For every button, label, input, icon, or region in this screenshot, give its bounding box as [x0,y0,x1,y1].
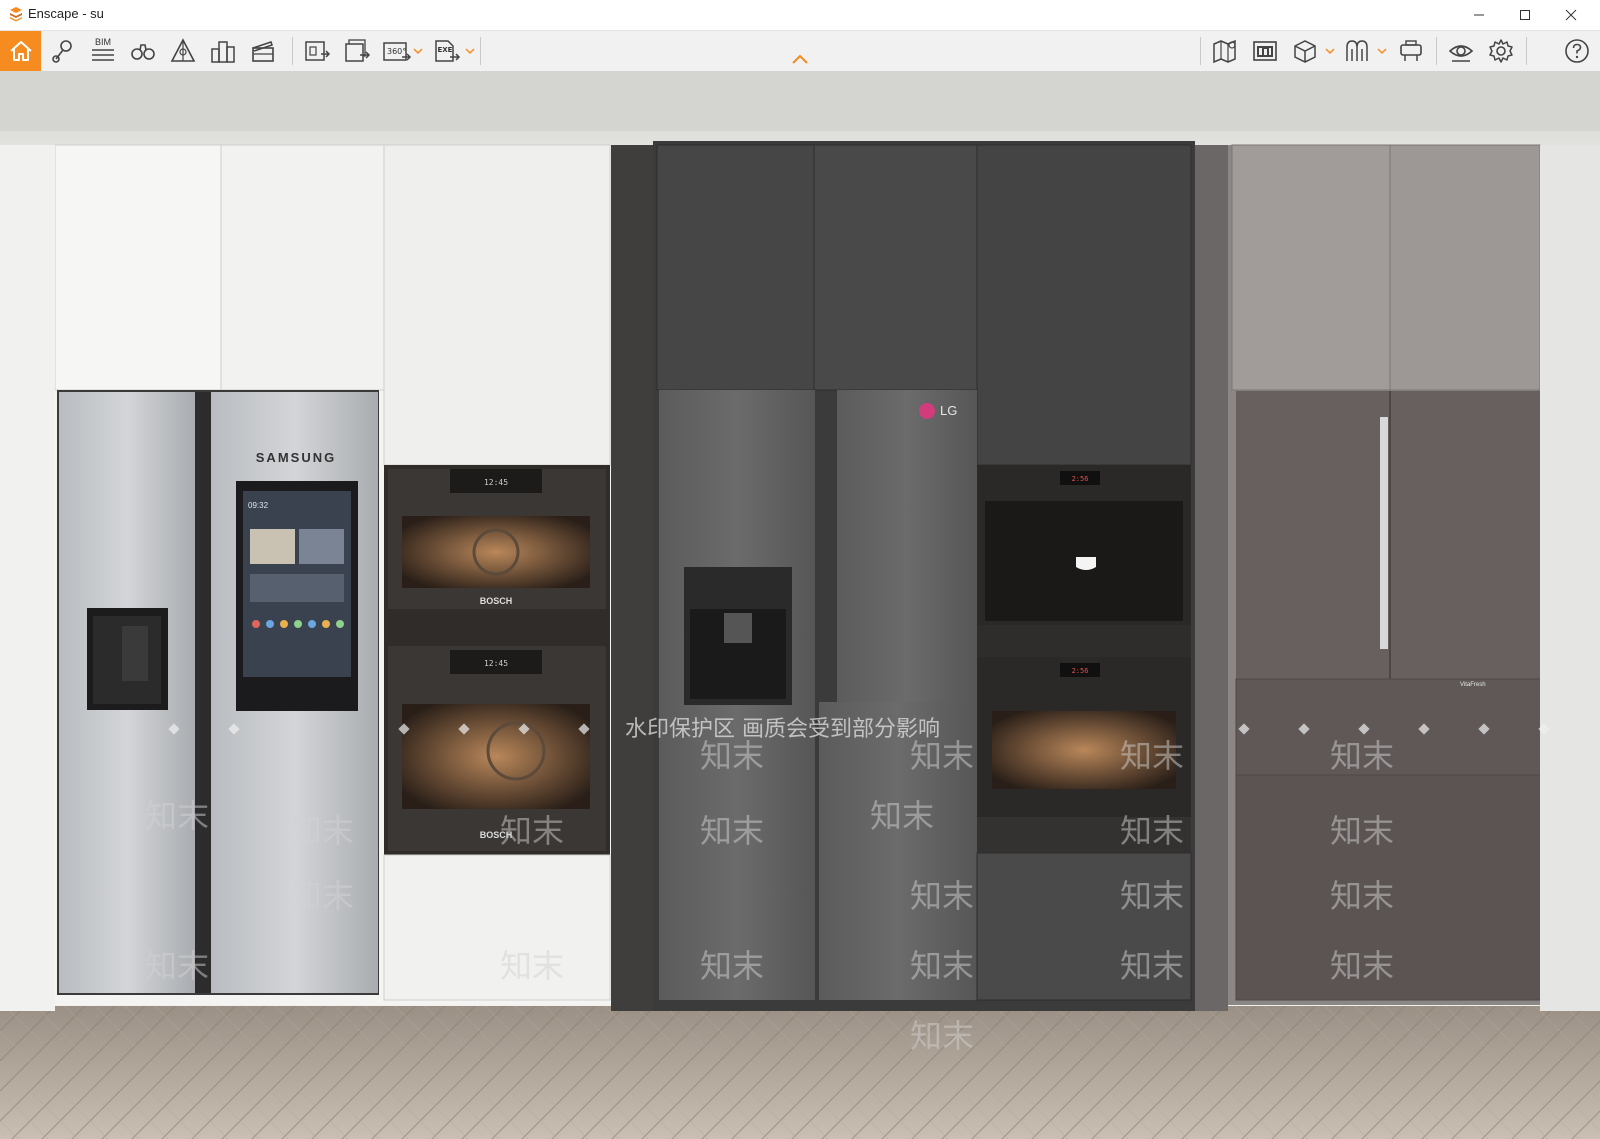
enscape-logo-icon [10,7,22,22]
watermark-logo: 知末 [1120,877,1185,915]
watermark-logo: 知末 [290,812,355,850]
watermark-logo: 知末 [700,947,765,985]
eye-icon [1448,45,1474,62]
samsung-logo: SAMSUNG [256,450,336,465]
bim-label: BIM [94,37,111,47]
watermark-logo: 知末 [910,1017,975,1055]
watermark-logo: 知末 [290,877,355,915]
material-button[interactable] [1338,31,1376,71]
oven-display-bottom: 12:45 [484,659,508,668]
help-icon [1565,39,1589,63]
lg-logo: LG [940,403,957,418]
watermark-logo: 知末 [1330,947,1395,985]
chevron-down-icon[interactable] [465,43,475,59]
panorama-360-button[interactable]: 360° [378,31,416,71]
watermark-logo: 知末 [1120,947,1185,985]
vitafresh-label: VitaFresh [1460,682,1486,688]
chevron-down-icon[interactable] [1325,43,1335,59]
chevron-down-icon[interactable] [413,43,423,59]
settings-button[interactable] [1482,31,1520,71]
buildings-button[interactable] [204,31,242,71]
watermark-logo: 知末 [910,947,975,985]
collapse-toolbar-icon[interactable] [790,53,810,65]
fridge-screen-time: 09:32 [248,501,269,510]
watermark-logo: 知末 [700,737,765,775]
title-bar: Enscape - su [0,0,1600,31]
help-button[interactable] [1558,31,1596,71]
watermark-logo: 知末 [145,797,210,835]
asset-library-icon [1253,41,1277,61]
binoculars-button[interactable] [124,31,162,71]
location-pin-button[interactable] [44,31,82,71]
watermark-logo: 知末 [910,877,975,915]
toolbar-separator [1200,37,1201,65]
svg-text:360°: 360° [387,47,406,56]
enscape-window: Enscape - su BIM 360° EXE SAMSUNG 09:32 … [0,0,1600,1139]
video-editor-button[interactable] [244,31,282,71]
location-pin-icon [52,40,72,63]
view-settings-button[interactable] [1442,31,1480,71]
clapperboard-icon [252,41,274,62]
gear-icon [1489,39,1513,63]
vr-headset-icon [1400,40,1422,61]
window-title: Enscape - su [28,6,104,21]
oven-display-top: 12:45 [484,478,508,487]
watermark-logo: 知末 [1330,877,1395,915]
watermark-logo: 知末 [1330,737,1395,775]
cube-icon [1294,40,1316,63]
watermark-logo: 知末 [145,947,210,985]
home-icon [9,41,32,61]
svg-text:EXE: EXE [438,46,453,54]
bim-icon [92,49,114,61]
home-button[interactable] [0,31,41,71]
batch-render-button[interactable] [338,31,376,71]
cube-button[interactable] [1286,31,1324,71]
chevron-down-icon[interactable] [1377,43,1387,59]
watermark-notice: 水印保护区 画质会受到部分影响 [625,717,940,742]
toolbar-separator [480,37,481,65]
render-viewport[interactable]: SAMSUNG 09:32 12:45 BOSCH 12:45 BOSCH LG… [0,71,1600,1139]
toolbar-separator [1436,37,1437,65]
toolbar-separator [1526,37,1527,65]
toolbar-separator [292,37,293,65]
bosch-logo-top: BOSCH [480,596,513,606]
binoculars-icon [131,44,155,60]
close-button[interactable] [1548,0,1594,30]
export-exe-icon: EXE [435,40,461,62]
coffee-display-top: 2:56 [1072,475,1089,483]
render-export-button[interactable] [298,31,336,71]
map-button[interactable] [1206,31,1244,71]
watermark-logo: 知末 [1120,737,1185,775]
watermark-logo: 知末 [870,797,935,835]
export-exe-button[interactable]: EXE [428,31,466,71]
minimize-button[interactable] [1456,0,1502,30]
panorama-360-icon: 360° [383,42,412,61]
section-button[interactable] [164,31,202,71]
vr-headset-button[interactable] [1392,31,1430,71]
render-export-icon [305,41,331,61]
section-triangle-icon [170,38,196,62]
buildings-icon [211,41,235,63]
watermark-logo: 知末 [500,812,565,850]
coffee-display-bottom: 2:56 [1072,667,1089,675]
asset-library-button[interactable] [1246,31,1284,71]
watermark-logo: 知末 [500,947,565,985]
watermark-logo: 知末 [700,812,765,850]
batch-render-icon [345,39,371,62]
watermark-logo: 知末 [910,737,975,775]
watermark-logo: 知末 [1330,812,1395,850]
map-icon [1213,39,1236,64]
maximize-button[interactable] [1502,0,1548,30]
bim-button[interactable]: BIM [84,31,122,71]
material-icon [1346,40,1368,61]
watermark-logo: 知末 [1120,812,1185,850]
enscape-toolbar: BIM 360° EXE [0,31,1600,72]
